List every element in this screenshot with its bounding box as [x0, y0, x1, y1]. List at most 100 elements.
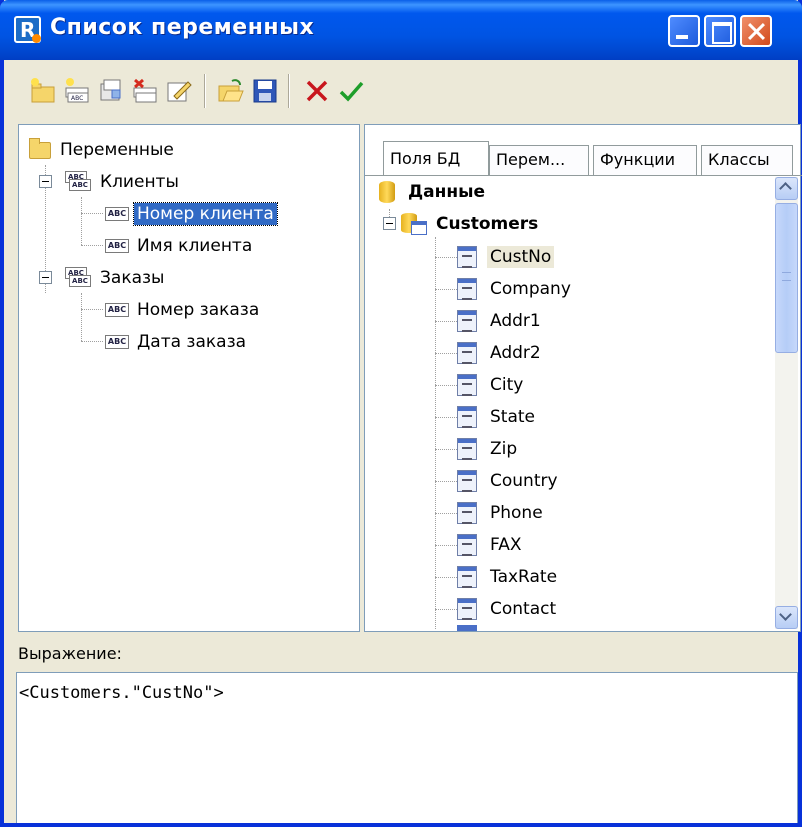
db-field-label: TaxRate	[490, 567, 558, 587]
tree-item-order-date[interactable]: ABC Дата заказа	[105, 327, 249, 357]
cancel-icon[interactable]	[304, 78, 330, 104]
db-field-label: City	[490, 375, 524, 395]
ok-checkmark-icon[interactable]	[338, 78, 364, 104]
db-field-row[interactable]: Addr1	[457, 306, 544, 336]
field-icon	[457, 278, 477, 300]
tab-classes[interactable]: Классы	[701, 145, 793, 175]
toolbar-separator	[288, 74, 290, 108]
edit-properties-icon[interactable]	[98, 78, 124, 104]
db-field-label: Phone	[490, 503, 543, 523]
scroll-thumb[interactable]	[775, 203, 798, 353]
db-root-data[interactable]: Данные	[379, 177, 488, 207]
tree-connector	[81, 245, 103, 246]
tree-group-clients[interactable]: ABC ABC Клиенты	[65, 167, 182, 197]
tree-connector	[435, 577, 457, 578]
field-icon	[457, 342, 477, 364]
folder-icon	[29, 137, 51, 159]
rename-icon[interactable]	[166, 78, 192, 104]
tree-connector	[435, 513, 457, 514]
tree-root-label: Переменные	[60, 140, 174, 160]
tree-connector	[81, 341, 103, 342]
db-field-label: Addr1	[490, 311, 541, 331]
db-field-row[interactable]: Zip	[457, 434, 520, 464]
tree-connector	[435, 449, 457, 450]
db-field-row[interactable]: Company	[457, 274, 574, 304]
tab-variables[interactable]: Перем...	[489, 145, 589, 175]
title-bar[interactable]: R Список переменных	[0, 0, 802, 60]
field-icon	[457, 566, 477, 588]
tree-connector	[435, 321, 457, 322]
close-button[interactable]	[740, 15, 772, 47]
db-field-row[interactable]: Phone	[457, 498, 546, 528]
tree-item-label: Имя клиента	[137, 236, 253, 256]
variable-icon: ABC	[105, 335, 129, 349]
tree-connector	[81, 293, 82, 341]
tree-connector	[435, 481, 457, 482]
tree-group-label: Заказы	[100, 268, 165, 288]
variables-list-window: R Список переменных ABC Переменные ABC A…	[0, 0, 802, 827]
tree-connector	[435, 545, 457, 546]
tree-item-order-number[interactable]: ABC Номер заказа	[105, 295, 262, 325]
db-field-row[interactable]: City	[457, 370, 526, 400]
tree-root-variables[interactable]: Переменные	[29, 135, 177, 165]
tab-strip: Поля БД Перем... Функции Классы	[383, 141, 802, 175]
maximize-button[interactable]	[704, 15, 736, 47]
scroll-up-icon[interactable]	[775, 177, 798, 200]
tree-item-client-name[interactable]: ABC Имя клиента	[105, 231, 255, 261]
db-field-label: Country	[490, 471, 558, 491]
new-category-icon[interactable]	[30, 78, 56, 104]
table-icon	[401, 211, 429, 237]
tab-underline	[365, 175, 802, 176]
expression-field[interactable]: <Customers."CustNo">	[16, 672, 798, 823]
collapse-icon[interactable]	[39, 271, 52, 284]
variable-icon: ABC	[105, 239, 129, 253]
tree-connector	[435, 237, 436, 629]
vertical-scrollbar[interactable]	[775, 177, 798, 629]
tree-connector	[435, 353, 457, 354]
window-title: Список переменных	[50, 15, 315, 40]
db-field-row[interactable]: Contact	[457, 594, 559, 624]
tree-connector	[435, 257, 457, 258]
field-icon	[457, 625, 477, 631]
field-icon	[457, 438, 477, 460]
tab-db-fields[interactable]: Поля БД	[383, 141, 489, 175]
tab-functions[interactable]: Функции	[593, 145, 697, 175]
category-icon: ABC ABC	[65, 267, 91, 289]
db-field-label: Company	[490, 279, 571, 299]
expression-label: Выражение:	[18, 644, 122, 663]
tree-connector	[435, 289, 457, 290]
save-icon[interactable]	[252, 78, 278, 104]
minimize-button[interactable]	[668, 15, 700, 47]
db-table-label: Customers	[436, 214, 539, 234]
scroll-down-icon[interactable]	[775, 606, 798, 629]
db-field-row[interactable]: Country	[457, 466, 561, 496]
db-field-row[interactable]: Addr2	[457, 338, 544, 368]
db-field-label: Contact	[490, 599, 557, 619]
variable-icon: ABC	[105, 303, 129, 317]
collapse-icon[interactable]	[383, 217, 396, 230]
tree-connector	[81, 197, 82, 245]
db-field-row[interactable]: TaxRate	[457, 562, 560, 592]
new-variable-icon[interactable]: ABC	[64, 78, 90, 104]
tree-group-orders[interactable]: ABC ABC Заказы	[65, 263, 167, 293]
tree-item-client-number[interactable]: ABC Номер клиента	[105, 199, 278, 229]
db-field-row[interactable]: CustNo	[457, 242, 555, 272]
data-tree-panel: Поля БД Перем... Функции Классы Данные C…	[364, 124, 802, 632]
db-field-label: State	[490, 407, 535, 427]
delete-variable-icon[interactable]	[132, 78, 158, 104]
category-icon: ABC ABC	[65, 171, 91, 193]
db-field-label: Zip	[490, 439, 518, 459]
db-field-row[interactable]: FAX	[457, 530, 525, 560]
open-folder-icon[interactable]	[218, 78, 244, 104]
field-icon	[457, 406, 477, 428]
variables-tree[interactable]: Переменные ABC ABC Клиенты ABC Номер клие…	[18, 124, 360, 632]
variable-icon: ABC	[105, 207, 129, 221]
db-root-label: Данные	[408, 182, 486, 202]
db-field-row[interactable]: State	[457, 402, 538, 432]
collapse-icon[interactable]	[39, 175, 52, 188]
db-table-customers[interactable]: Customers	[401, 209, 541, 239]
field-icon	[457, 310, 477, 332]
field-icon	[457, 598, 477, 620]
field-icon	[457, 502, 477, 524]
tree-group-label: Клиенты	[100, 172, 179, 192]
